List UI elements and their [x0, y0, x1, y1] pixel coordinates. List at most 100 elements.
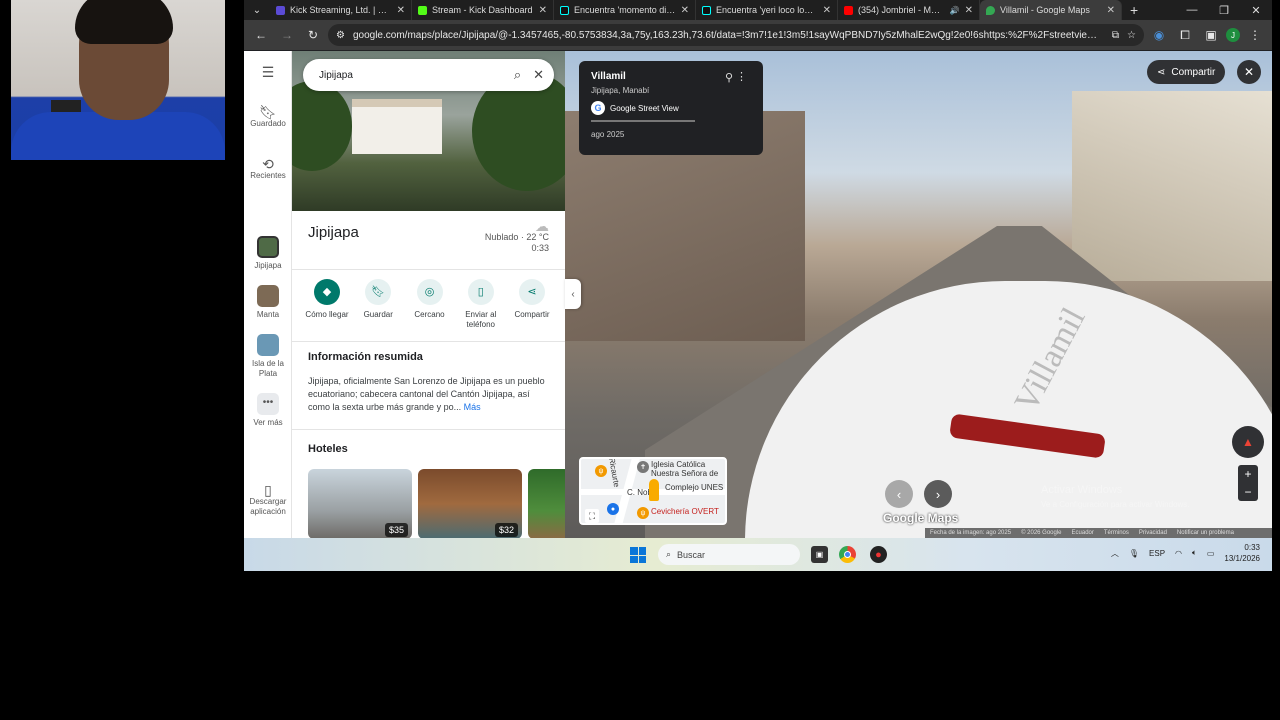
pegman-icon[interactable] [649, 479, 659, 501]
close-tab-icon[interactable]: ✕ [965, 5, 973, 16]
window-controls: — ❐ ✕ [1176, 4, 1272, 17]
close-tab-icon[interactable]: ✕ [823, 5, 831, 16]
browser-tab[interactable]: Encuentra 'yeri loco loco n ✕ [696, 0, 838, 20]
site-info-icon[interactable]: ⚙ [336, 30, 345, 41]
browser-tab[interactable]: Encuentra 'momento dive ✕ [554, 0, 696, 20]
rail-saved[interactable]: 🔖︎ Guardado [244, 105, 292, 129]
close-tab-icon[interactable]: ✕ [1107, 5, 1115, 16]
share-button[interactable]: ⋖ Compartir [1147, 60, 1226, 84]
chrome-icon[interactable] [839, 546, 856, 563]
address-bar[interactable]: ⚙ google.com/maps/place/Jipijapa/@-1.345… [328, 24, 1144, 46]
mini-map[interactable]: ✝ Iglesia Católica Nuestra Señora de Com… [579, 457, 727, 525]
menu-kebab-icon[interactable]: ⋮ [1244, 24, 1266, 46]
nearby-button[interactable]: ◎ Cercano [405, 279, 455, 330]
browser-window: ⌄ Kick Streaming, Ltd. | Confi ✕ Stream -… [244, 0, 1272, 571]
zoom-out-button[interactable]: − [1238, 483, 1258, 501]
rail-jipijapa[interactable]: Jipijapa [244, 236, 292, 271]
location-pin-icon[interactable]: ⚲ [725, 71, 733, 84]
street-view[interactable]: Villamil Villamil Jipijapa, Manabí G Goog… [565, 51, 1272, 538]
new-tab-button[interactable]: + [1122, 2, 1146, 18]
tab-favicon-icon [418, 5, 427, 15]
language-indicator[interactable]: ESP [1149, 549, 1165, 558]
bookmark-star-icon[interactable]: ☆ [1127, 30, 1136, 41]
next-button[interactable]: › [924, 480, 952, 508]
hotel-card[interactable]: $32 [418, 469, 522, 538]
phone-icon: ▯ [467, 279, 494, 305]
browser-tab[interactable]: Stream - Kick Dashboard ✕ [412, 0, 554, 20]
search-icon[interactable]: ⌕ [514, 67, 521, 83]
more-vert-icon[interactable]: ⋮ [736, 70, 747, 83]
search-icon: ⌕ [666, 549, 672, 559]
search-input[interactable]: Jipijapa [319, 70, 502, 81]
extension-icon[interactable]: ◉ [1148, 24, 1170, 46]
compass-icon[interactable]: ▲ [1232, 426, 1264, 458]
volume-icon[interactable]: 🔈︎ [1192, 548, 1197, 558]
collapse-panel-button[interactable]: ‹ [565, 279, 581, 309]
back-button[interactable]: ← [250, 24, 272, 46]
source-underline [591, 120, 695, 122]
close-tab-icon[interactable]: ✕ [681, 5, 689, 16]
search-box[interactable]: Jipijapa ⌕ ✕ [303, 59, 554, 91]
report-problem-link[interactable]: Notificar un problema [1177, 530, 1234, 536]
side-panel-icon[interactable]: ▣ [1200, 24, 1222, 46]
zoom-in-button[interactable]: + [1238, 465, 1258, 483]
more-link[interactable]: Más [464, 402, 481, 412]
close-icon[interactable]: ✕ [533, 67, 544, 83]
car-roof [745, 281, 1272, 538]
forward-button[interactable]: → [276, 24, 298, 46]
directions-button[interactable]: ◆ Cómo llegar [302, 279, 352, 330]
minimize-icon[interactable]: — [1176, 4, 1208, 17]
summary-heading: Información resumida [308, 351, 423, 363]
hotel-card[interactable]: $35 [308, 469, 412, 538]
place-thumbnail [257, 334, 279, 356]
menu-hamburger-icon[interactable]: ☰ [244, 65, 292, 79]
previous-button[interactable]: ‹ [885, 480, 913, 508]
browser-tab[interactable]: (354) Jombriel - Masal 🔊 ✕ [838, 0, 980, 20]
clock[interactable]: 0:33 13/1/2026 [1224, 542, 1260, 564]
save-button[interactable]: 🔖︎ Guardar [353, 279, 403, 330]
privacy-link[interactable]: Privacidad [1139, 530, 1167, 536]
hotel-card[interactable] [528, 469, 565, 538]
attribution-bar: Fecha de la imagen: ago 2025 © 2026 Goog… [925, 528, 1272, 538]
street-view-info-card: Villamil Jipijapa, Manabí G Google Street… [579, 61, 763, 155]
windows-start-icon[interactable] [630, 547, 646, 563]
region-link[interactable]: Ecuador [1072, 530, 1094, 536]
taskbar-search[interactable]: ⌕ Buscar [658, 544, 800, 565]
weather-info: ☁ Nublado · 22 °C 0:33 [484, 218, 549, 253]
rail-manta[interactable]: Manta [244, 285, 292, 320]
wifi-icon[interactable]: ◠ [1175, 549, 1182, 558]
rail-more[interactable]: ••• Ver más [244, 393, 292, 428]
task-view-icon[interactable]: ▣ [811, 546, 828, 563]
webcam-overlay [11, 0, 225, 160]
battery-icon[interactable]: ▭ [1207, 549, 1215, 558]
close-street-view-button[interactable]: ✕ [1237, 60, 1261, 84]
street-view-source: G Google Street View [591, 101, 751, 115]
restore-icon[interactable]: ❐ [1208, 4, 1240, 17]
place-title: Jipijapa [308, 224, 359, 241]
building [1072, 91, 1272, 281]
rail-isla-de-la-plata[interactable]: Isla de la Plata [244, 334, 292, 379]
terms-link[interactable]: Términos [1104, 530, 1129, 536]
close-tab-icon[interactable]: ✕ [397, 5, 405, 16]
share-button[interactable]: ⋖ Compartir [507, 279, 557, 330]
close-tab-icon[interactable]: ✕ [539, 5, 547, 16]
place-thumbnail [257, 236, 279, 258]
rail-download-app[interactable]: ▯ Descargar aplicación [244, 483, 292, 517]
expand-map-icon[interactable]: ⛶ [585, 509, 599, 523]
install-app-icon[interactable]: ⧉ [1112, 30, 1119, 41]
profile-avatar[interactable]: J [1226, 28, 1240, 42]
microphone-icon[interactable]: 🎙︎ [1129, 549, 1139, 558]
rail-recent[interactable]: ⟲ Recientes [244, 157, 292, 181]
chevron-up-icon[interactable]: ︿ [1111, 548, 1119, 559]
bookmark-icon: 🔖︎ [365, 279, 392, 305]
close-window-icon[interactable]: ✕ [1240, 4, 1272, 17]
browser-tab[interactable]: Kick Streaming, Ltd. | Confi ✕ [270, 0, 412, 20]
hotels-heading: Hoteles [308, 443, 348, 455]
extensions-puzzle-icon[interactable]: ⧠ [1174, 24, 1196, 46]
app-icon[interactable]: ● [870, 546, 887, 563]
browser-tab-active[interactable]: Villamil - Google Maps ✕ [980, 0, 1122, 20]
reload-button[interactable]: ↻ [302, 24, 324, 46]
audio-playing-icon[interactable]: 🔊 [950, 6, 960, 15]
tab-search-button[interactable]: ⌄ [244, 0, 270, 20]
send-to-phone-button[interactable]: ▯ Enviar al teléfono [456, 279, 506, 330]
